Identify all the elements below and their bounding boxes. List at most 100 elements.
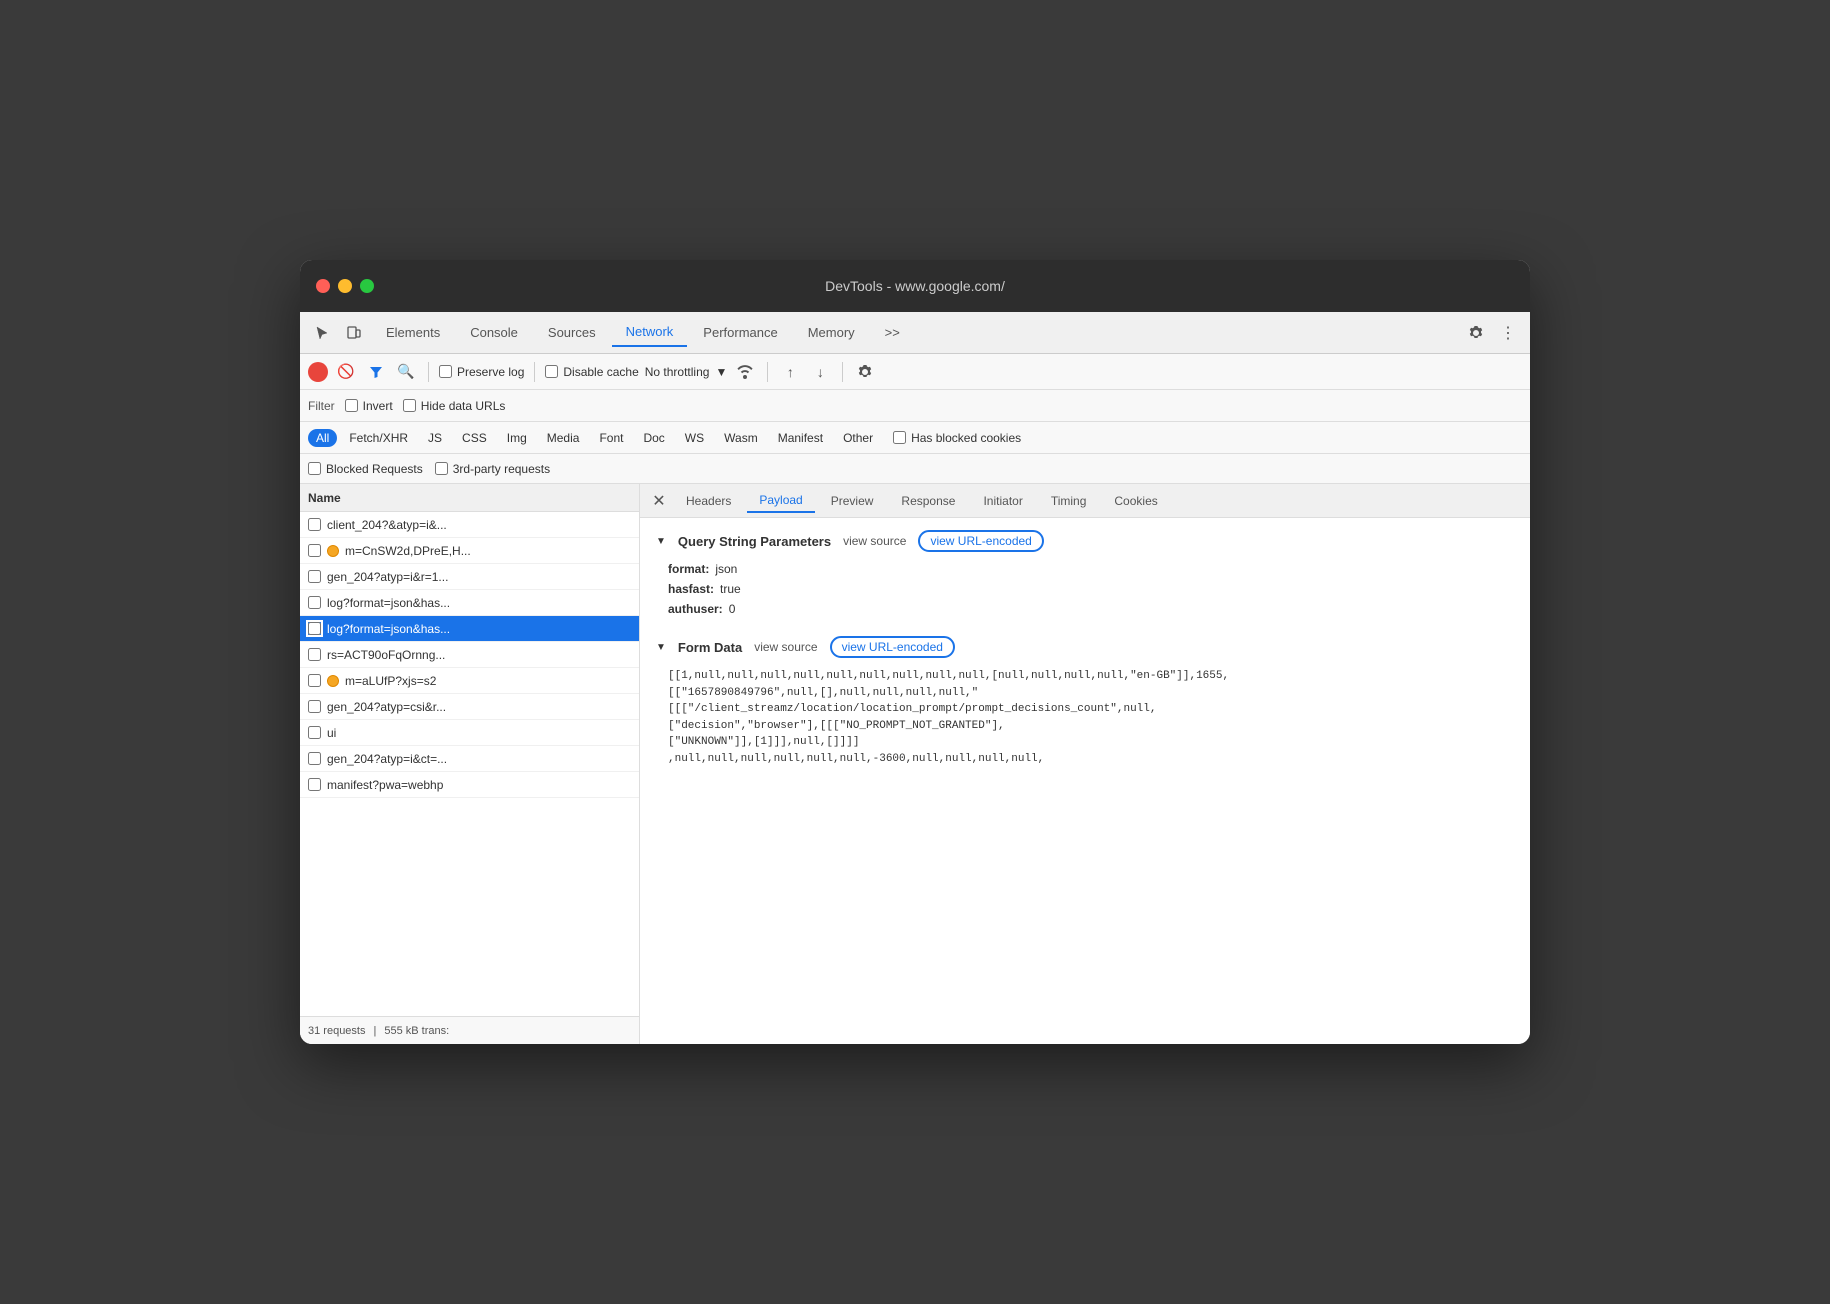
collapse-triangle[interactable]: ▼ bbox=[656, 536, 666, 547]
sidebar-list: client_204?&atyp=i&... m=CnSW2d,DPreE,H.… bbox=[300, 512, 639, 1016]
list-item[interactable]: gen_204?atyp=csi&r... bbox=[300, 694, 639, 720]
filter-doc[interactable]: Doc bbox=[635, 429, 672, 447]
list-item[interactable]: ui bbox=[300, 720, 639, 746]
param-row: hasfast: true bbox=[656, 582, 1514, 596]
hide-data-urls-checkbox[interactable]: Hide data URLs bbox=[403, 399, 506, 413]
preserve-log-input[interactable] bbox=[439, 365, 452, 378]
list-item[interactable]: rs=ACT90oFqOrnng... bbox=[300, 642, 639, 668]
item8-label: gen_204?atyp=csi&r... bbox=[327, 700, 446, 714]
filter-fetch-xhr[interactable]: Fetch/XHR bbox=[341, 429, 416, 447]
item5-checkbox[interactable] bbox=[308, 622, 321, 635]
minimize-button[interactable] bbox=[338, 279, 352, 293]
disable-cache-checkbox[interactable]: Disable cache bbox=[545, 365, 638, 379]
tab-memory[interactable]: Memory bbox=[794, 319, 869, 346]
list-item[interactable]: manifest?pwa=webhp bbox=[300, 772, 639, 798]
has-blocked-cookies-checkbox[interactable]: Has blocked cookies bbox=[893, 431, 1021, 445]
filter-manifest[interactable]: Manifest bbox=[770, 429, 831, 447]
third-party-checkbox[interactable]: 3rd-party requests bbox=[435, 462, 550, 476]
tab-response[interactable]: Response bbox=[889, 490, 967, 512]
item2-checkbox[interactable] bbox=[308, 544, 321, 557]
list-item-selected[interactable]: log?format=json&has... bbox=[300, 616, 639, 642]
sidebar: Name client_204?&atyp=i&... m=CnSW2d,DPr… bbox=[300, 484, 640, 1044]
item6-checkbox[interactable] bbox=[308, 648, 321, 661]
maximize-button[interactable] bbox=[360, 279, 374, 293]
sidebar-header: Name bbox=[300, 484, 639, 512]
filter-bar: Filter Invert Hide data URLs bbox=[300, 390, 1530, 422]
third-party-input[interactable] bbox=[435, 462, 448, 475]
invert-input[interactable] bbox=[345, 399, 358, 412]
filter-js[interactable]: JS bbox=[420, 429, 450, 447]
form-view-url-encoded-button[interactable]: view URL-encoded bbox=[830, 636, 955, 658]
search-icon[interactable]: 🔍 bbox=[394, 360, 418, 384]
cursor-icon[interactable] bbox=[308, 319, 336, 347]
tab-headers[interactable]: Headers bbox=[674, 490, 743, 512]
more-options-icon[interactable]: ⋮ bbox=[1494, 319, 1522, 347]
tab-payload[interactable]: Payload bbox=[747, 489, 814, 513]
list-item[interactable]: client_204?&atyp=i&... bbox=[300, 512, 639, 538]
invert-checkbox[interactable]: Invert bbox=[345, 399, 393, 413]
item8-checkbox[interactable] bbox=[308, 700, 321, 713]
filter-other[interactable]: Other bbox=[835, 429, 881, 447]
tab-network[interactable]: Network bbox=[612, 318, 688, 347]
titlebar: DevTools - www.google.com/ bbox=[300, 260, 1530, 312]
preserve-log-checkbox[interactable]: Preserve log bbox=[439, 365, 524, 379]
filter-icon[interactable] bbox=[364, 360, 388, 384]
tab-performance[interactable]: Performance bbox=[689, 319, 791, 346]
yellow-dot-icon bbox=[327, 545, 339, 557]
tab-more[interactable]: >> bbox=[871, 319, 914, 346]
filter-img[interactable]: Img bbox=[499, 429, 535, 447]
wifi-icon[interactable] bbox=[733, 360, 757, 384]
filter-font[interactable]: Font bbox=[591, 429, 631, 447]
blocked-requests-checkbox[interactable]: Blocked Requests bbox=[308, 462, 423, 476]
query-string-title: Query String Parameters bbox=[678, 534, 831, 549]
upload-icon[interactable]: ↑ bbox=[778, 360, 802, 384]
list-item[interactable]: gen_204?atyp=i&r=1... bbox=[300, 564, 639, 590]
form-view-source-link[interactable]: view source bbox=[754, 640, 817, 654]
filter-all[interactable]: All bbox=[308, 429, 337, 447]
blocked-requests-input[interactable] bbox=[308, 462, 321, 475]
item9-checkbox[interactable] bbox=[308, 726, 321, 739]
tab-cookies[interactable]: Cookies bbox=[1102, 490, 1169, 512]
traffic-lights bbox=[316, 279, 374, 293]
query-view-url-encoded-button[interactable]: view URL-encoded bbox=[918, 530, 1043, 552]
tab-elements[interactable]: Elements bbox=[372, 319, 454, 346]
list-item[interactable]: log?format=json&has... bbox=[300, 590, 639, 616]
item3-checkbox[interactable] bbox=[308, 570, 321, 583]
item11-checkbox[interactable] bbox=[308, 778, 321, 791]
tab-timing[interactable]: Timing bbox=[1039, 490, 1099, 512]
settings2-icon[interactable] bbox=[853, 360, 877, 384]
has-blocked-cookies-input[interactable] bbox=[893, 431, 906, 444]
disable-cache-input[interactable] bbox=[545, 365, 558, 378]
close-detail-button[interactable]: ✕ bbox=[648, 490, 670, 512]
record-button[interactable] bbox=[308, 362, 328, 382]
settings-icon[interactable] bbox=[1462, 319, 1490, 347]
tab-preview[interactable]: Preview bbox=[819, 490, 886, 512]
filter-media[interactable]: Media bbox=[539, 429, 588, 447]
yellow-dot2-icon bbox=[327, 675, 339, 687]
list-item[interactable]: m=CnSW2d,DPreE,H... bbox=[300, 538, 639, 564]
item4-checkbox[interactable] bbox=[308, 596, 321, 609]
tab-initiator[interactable]: Initiator bbox=[971, 490, 1034, 512]
clear-icon[interactable]: 🚫 bbox=[334, 360, 358, 384]
filter-ws[interactable]: WS bbox=[677, 429, 712, 447]
hide-data-urls-input[interactable] bbox=[403, 399, 416, 412]
tab-sources[interactable]: Sources bbox=[534, 319, 610, 346]
form-data-line: ,null,null,null,null,null,null,-3600,nul… bbox=[668, 751, 1514, 768]
item10-checkbox[interactable] bbox=[308, 752, 321, 765]
download-icon[interactable]: ↓ bbox=[808, 360, 832, 384]
form-data-line: [[1,null,null,null,null,null,null,null,n… bbox=[668, 668, 1514, 685]
form-data-collapse-triangle[interactable]: ▼ bbox=[656, 642, 666, 653]
device-icon[interactable] bbox=[340, 319, 368, 347]
close-button[interactable] bbox=[316, 279, 330, 293]
item1-checkbox[interactable] bbox=[308, 518, 321, 531]
list-item[interactable]: gen_204?atyp=i&ct=... bbox=[300, 746, 639, 772]
detail-tabs: ✕ Headers Payload Preview Response Initi… bbox=[640, 484, 1530, 518]
filter-wasm[interactable]: Wasm bbox=[716, 429, 766, 447]
filter-css[interactable]: CSS bbox=[454, 429, 495, 447]
tab-console[interactable]: Console bbox=[456, 319, 532, 346]
query-view-source-link[interactable]: view source bbox=[843, 534, 906, 548]
list-item[interactable]: m=aLUfP?xjs=s2 bbox=[300, 668, 639, 694]
form-data-section: ▼ Form Data view source view URL-encoded… bbox=[656, 636, 1514, 767]
tab-bar: Elements Console Sources Network Perform… bbox=[372, 318, 1458, 347]
item7-checkbox[interactable] bbox=[308, 674, 321, 687]
